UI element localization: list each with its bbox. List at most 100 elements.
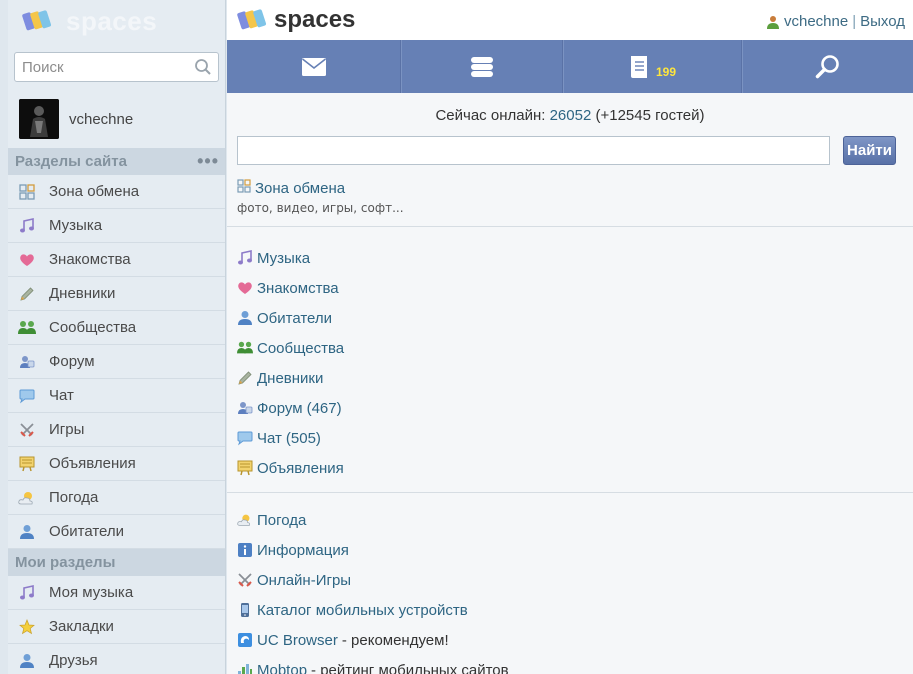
- nav-journal-button[interactable]: 199: [563, 40, 742, 93]
- main-link-label: Форум: [257, 399, 303, 417]
- main-search-input[interactable]: [237, 136, 830, 165]
- uc-browser-icon: [237, 632, 253, 648]
- section-title-site: Разделы сайта: [15, 153, 127, 170]
- site-item-label: Обитатели: [49, 523, 125, 540]
- pencil-icon: [237, 370, 253, 386]
- sidebar-logo-text: spaces: [66, 5, 158, 36]
- more-options-icon[interactable]: •••: [197, 151, 219, 172]
- heart-icon: [18, 251, 36, 269]
- main-list-group2: Погода Информация Онлайн-Игры Каталог мобил…: [237, 505, 903, 674]
- main-link-group1-5[interactable]: Форум (467): [237, 393, 903, 423]
- main-panel: spaces vchechne | Выход 199 Сейчас онлай…: [227, 0, 913, 674]
- site-item-9[interactable]: Погода: [8, 481, 225, 515]
- main-link-label: Знакомства: [257, 279, 339, 297]
- nav-search-button[interactable]: [742, 40, 913, 93]
- divider: [227, 226, 913, 227]
- top-logo-text[interactable]: spaces: [274, 6, 355, 34]
- site-item-7[interactable]: Игры: [8, 413, 225, 447]
- forum-icon: [237, 400, 253, 416]
- main-link-group2-4[interactable]: UC Browser - рекомендуем!: [237, 625, 903, 655]
- main-link-group1-1[interactable]: Знакомства: [237, 273, 903, 303]
- online-count-link[interactable]: 26052: [550, 107, 592, 124]
- main-link-group1-0[interactable]: Музыка: [237, 243, 903, 273]
- my-item-2[interactable]: Друзья: [8, 644, 225, 674]
- main-link-group2-3[interactable]: Каталог мобильных устройств: [237, 595, 903, 625]
- main-link-label: Онлайн-Игры: [257, 571, 352, 589]
- feed-icon: [470, 56, 493, 77]
- main-link-group2-5[interactable]: Mobtop - рейтинг мобильных сайтов: [237, 655, 903, 674]
- main-link-group1-6[interactable]: Чат (505): [237, 423, 903, 453]
- group-icon: [237, 340, 253, 356]
- online-label: Сейчас онлайн:: [435, 107, 546, 124]
- main-link-group2-2[interactable]: Онлайн-Игры: [237, 565, 903, 595]
- user-profile-link[interactable]: vchechne: [784, 13, 848, 30]
- spaces-logo-icon: [22, 10, 52, 31]
- search-icon: [815, 54, 839, 78]
- main-link-suffix: - рейтинг мобильных сайтов: [311, 661, 509, 674]
- zona-obmena-block: Зона обмена фото, видео, игры, софт...: [237, 179, 903, 215]
- site-item-3[interactable]: Дневники: [8, 277, 225, 311]
- main-list-group1: Музыка Знакомства Обитатели Сообщества Дневн…: [237, 243, 903, 483]
- info-icon: [237, 542, 253, 558]
- site-item-label: Чат: [49, 387, 74, 404]
- zona-obmena-label: Зона обмена: [255, 180, 346, 197]
- person-icon: [18, 652, 36, 670]
- main-link-group2-0[interactable]: Погода: [237, 505, 903, 535]
- main-link-group2-1[interactable]: Информация: [237, 535, 903, 565]
- phone-icon: [237, 602, 253, 618]
- site-item-0[interactable]: Зона обмена: [8, 175, 225, 209]
- find-button[interactable]: Найти: [843, 136, 896, 165]
- my-item-0[interactable]: Моя музыка: [8, 576, 225, 610]
- board-icon: [18, 455, 36, 473]
- site-item-10[interactable]: Обитатели: [8, 515, 225, 549]
- logout-link[interactable]: Выход: [860, 13, 905, 30]
- avatar[interactable]: [19, 99, 59, 139]
- my-item-label: Моя музыка: [49, 584, 134, 601]
- site-item-4[interactable]: Сообщества: [8, 311, 225, 345]
- online-guests: (+12545 гостей): [595, 107, 705, 124]
- my-item-label: Закладки: [49, 618, 114, 635]
- main-link-group1-7[interactable]: Объявления: [237, 453, 903, 483]
- user-links: vchechne | Выход: [766, 13, 905, 30]
- weather-icon: [18, 489, 36, 507]
- main-link-group1-4[interactable]: Дневники: [237, 363, 903, 393]
- my-item-1[interactable]: Закладки: [8, 610, 225, 644]
- site-item-5[interactable]: Форум: [8, 345, 225, 379]
- mail-icon: [301, 57, 326, 76]
- main-link-label: Музыка: [257, 249, 311, 267]
- sidebar: spaces vchechne Разделы сайта •••: [8, 0, 226, 674]
- weather-icon: [237, 512, 253, 528]
- main-link-group1-2[interactable]: Обитатели: [237, 303, 903, 333]
- main-link-label: UC Browser: [257, 631, 338, 649]
- music-note-icon: [18, 584, 36, 602]
- bar-chart-icon: [237, 662, 253, 674]
- sidebar-user[interactable]: vchechne: [8, 90, 225, 148]
- main-link-label: Обитатели: [257, 309, 333, 327]
- sidebar-my-list: Моя музыка Закладки Друзья: [8, 576, 225, 674]
- spaces-logo-icon[interactable]: [237, 7, 267, 33]
- sidebar-logo[interactable]: spaces: [8, 0, 225, 42]
- person-icon: [237, 310, 253, 326]
- sidebar-search-input[interactable]: [15, 53, 185, 81]
- my-item-label: Друзья: [49, 652, 98, 669]
- group-icon: [18, 319, 36, 337]
- main-link-group1-3[interactable]: Сообщества: [237, 333, 903, 363]
- nav-feed-button[interactable]: [401, 40, 563, 93]
- chat-bubble-icon: [18, 387, 36, 405]
- nav-mail-button[interactable]: [227, 40, 401, 93]
- site-item-6[interactable]: Чат: [8, 379, 225, 413]
- magnifier-icon[interactable]: [194, 58, 212, 76]
- site-item-2[interactable]: Знакомства: [8, 243, 225, 277]
- zona-obmena-subtitle: фото, видео, игры, софт...: [237, 201, 404, 215]
- section-title-mine: Мои разделы: [15, 554, 116, 571]
- site-item-8[interactable]: Объявления: [8, 447, 225, 481]
- site-item-1[interactable]: Музыка: [8, 209, 225, 243]
- journal-icon: [630, 55, 647, 78]
- sidebar-user-name[interactable]: vchechne: [69, 111, 133, 128]
- music-note-icon: [18, 217, 36, 235]
- main-link-count: (505): [285, 429, 321, 447]
- main-link-label: Каталог мобильных устройств: [257, 601, 468, 619]
- pencil-icon: [18, 285, 36, 303]
- separator: |: [852, 13, 857, 30]
- zona-obmena-link[interactable]: Зона обмена: [237, 179, 903, 198]
